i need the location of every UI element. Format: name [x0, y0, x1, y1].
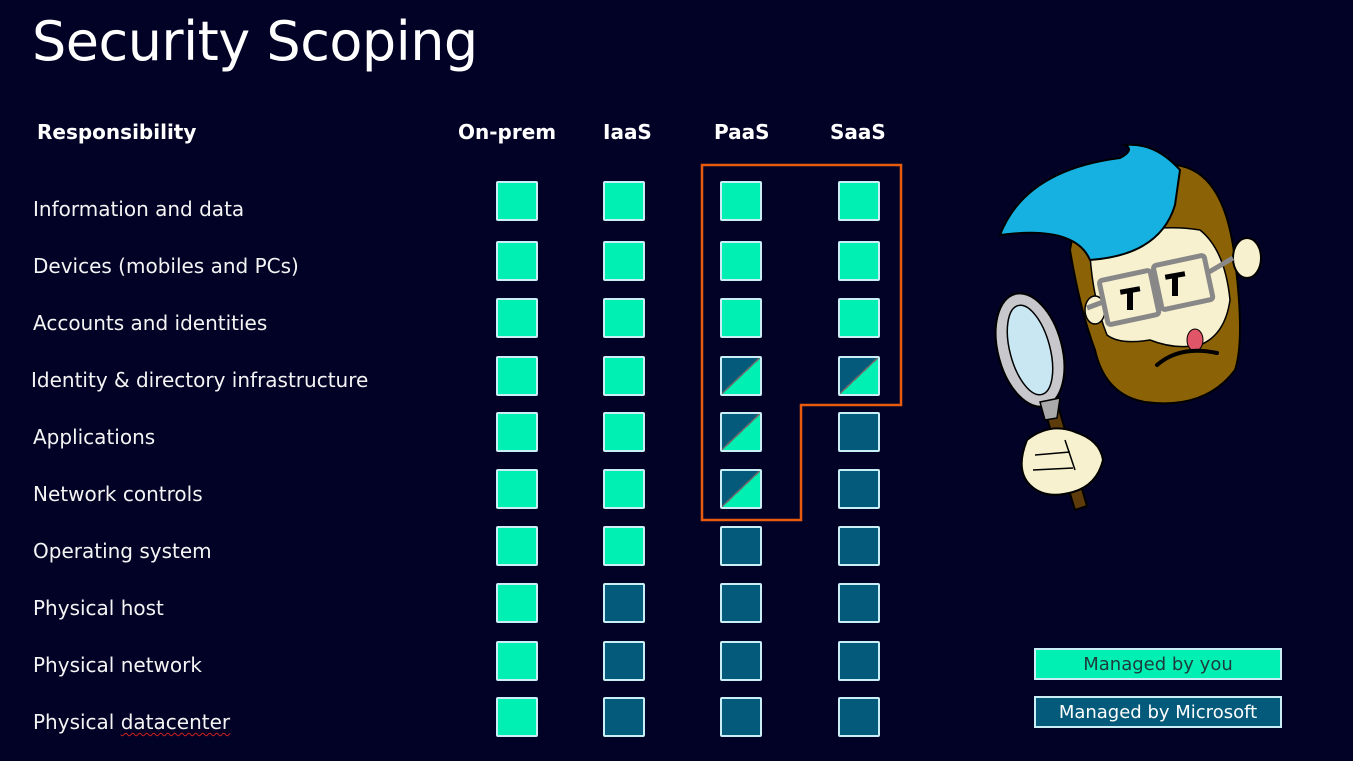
- cell-on-prem-you: [496, 641, 538, 681]
- legend-managed-by-you: Managed by you: [1034, 648, 1282, 680]
- cell-paas-you: [720, 181, 762, 221]
- cell-saas-ms: [838, 469, 880, 509]
- cell-paas-you: [720, 241, 762, 281]
- cell-iaas-you: [603, 241, 645, 281]
- spellcheck-underlined-word: datacenter: [120, 710, 231, 734]
- column-header-on-prem: On-prem: [458, 120, 557, 144]
- row-label: Information and data: [33, 197, 245, 221]
- cell-on-prem-you: [496, 526, 538, 566]
- responsibility-header: Responsibility: [37, 120, 197, 144]
- legend-managed-by-microsoft: Managed by Microsoft: [1034, 696, 1282, 728]
- cell-saas-ms: [838, 526, 880, 566]
- column-header-saas: SaaS: [830, 120, 886, 144]
- row-label: Accounts and identities: [33, 311, 268, 335]
- cell-saas-you: [838, 181, 880, 221]
- row-label: Applications: [33, 425, 156, 449]
- cell-on-prem-you: [496, 241, 538, 281]
- detective-mascot-icon: [994, 143, 1262, 512]
- row-label-text: Physical: [33, 710, 121, 734]
- cell-iaas-ms: [603, 641, 645, 681]
- cell-iaas-you: [603, 298, 645, 338]
- cell-iaas-you: [603, 356, 645, 396]
- row-label: Operating system: [33, 539, 212, 563]
- cell-iaas-you: [603, 181, 645, 221]
- cell-paas-ms: [720, 697, 762, 737]
- cell-iaas-you: [603, 412, 645, 452]
- row-label: Physical host: [33, 596, 164, 620]
- row-label: Physical network: [33, 653, 202, 677]
- cell-paas-shared: [720, 412, 762, 452]
- row-label: Identity & directory infrastructure: [31, 368, 369, 392]
- row-label: Network controls: [33, 482, 203, 506]
- row-label: Devices (mobiles and PCs): [33, 254, 299, 278]
- cell-saas-you: [838, 241, 880, 281]
- cell-on-prem-you: [496, 583, 538, 623]
- cell-paas-you: [720, 298, 762, 338]
- cell-saas-ms: [838, 412, 880, 452]
- cell-on-prem-you: [496, 412, 538, 452]
- cell-paas-ms: [720, 583, 762, 623]
- cell-on-prem-you: [496, 181, 538, 221]
- cell-on-prem-you: [496, 356, 538, 396]
- cell-iaas-ms: [603, 697, 645, 737]
- cell-saas-shared: [838, 356, 880, 396]
- row-label: Physical datacenter: [33, 710, 230, 734]
- cell-iaas-ms: [603, 583, 645, 623]
- cell-paas-ms: [720, 526, 762, 566]
- cell-saas-ms: [838, 583, 880, 623]
- cell-saas-ms: [838, 641, 880, 681]
- cell-iaas-you: [603, 469, 645, 509]
- cell-paas-ms: [720, 641, 762, 681]
- page-title: Security Scoping: [32, 10, 478, 73]
- cell-saas-ms: [838, 697, 880, 737]
- cell-paas-shared: [720, 356, 762, 396]
- cell-on-prem-you: [496, 697, 538, 737]
- cell-on-prem-you: [496, 298, 538, 338]
- cell-iaas-you: [603, 526, 645, 566]
- column-header-iaas: IaaS: [603, 120, 652, 144]
- column-header-paas: PaaS: [714, 120, 770, 144]
- cell-saas-you: [838, 298, 880, 338]
- cell-paas-shared: [720, 469, 762, 509]
- cell-on-prem-you: [496, 469, 538, 509]
